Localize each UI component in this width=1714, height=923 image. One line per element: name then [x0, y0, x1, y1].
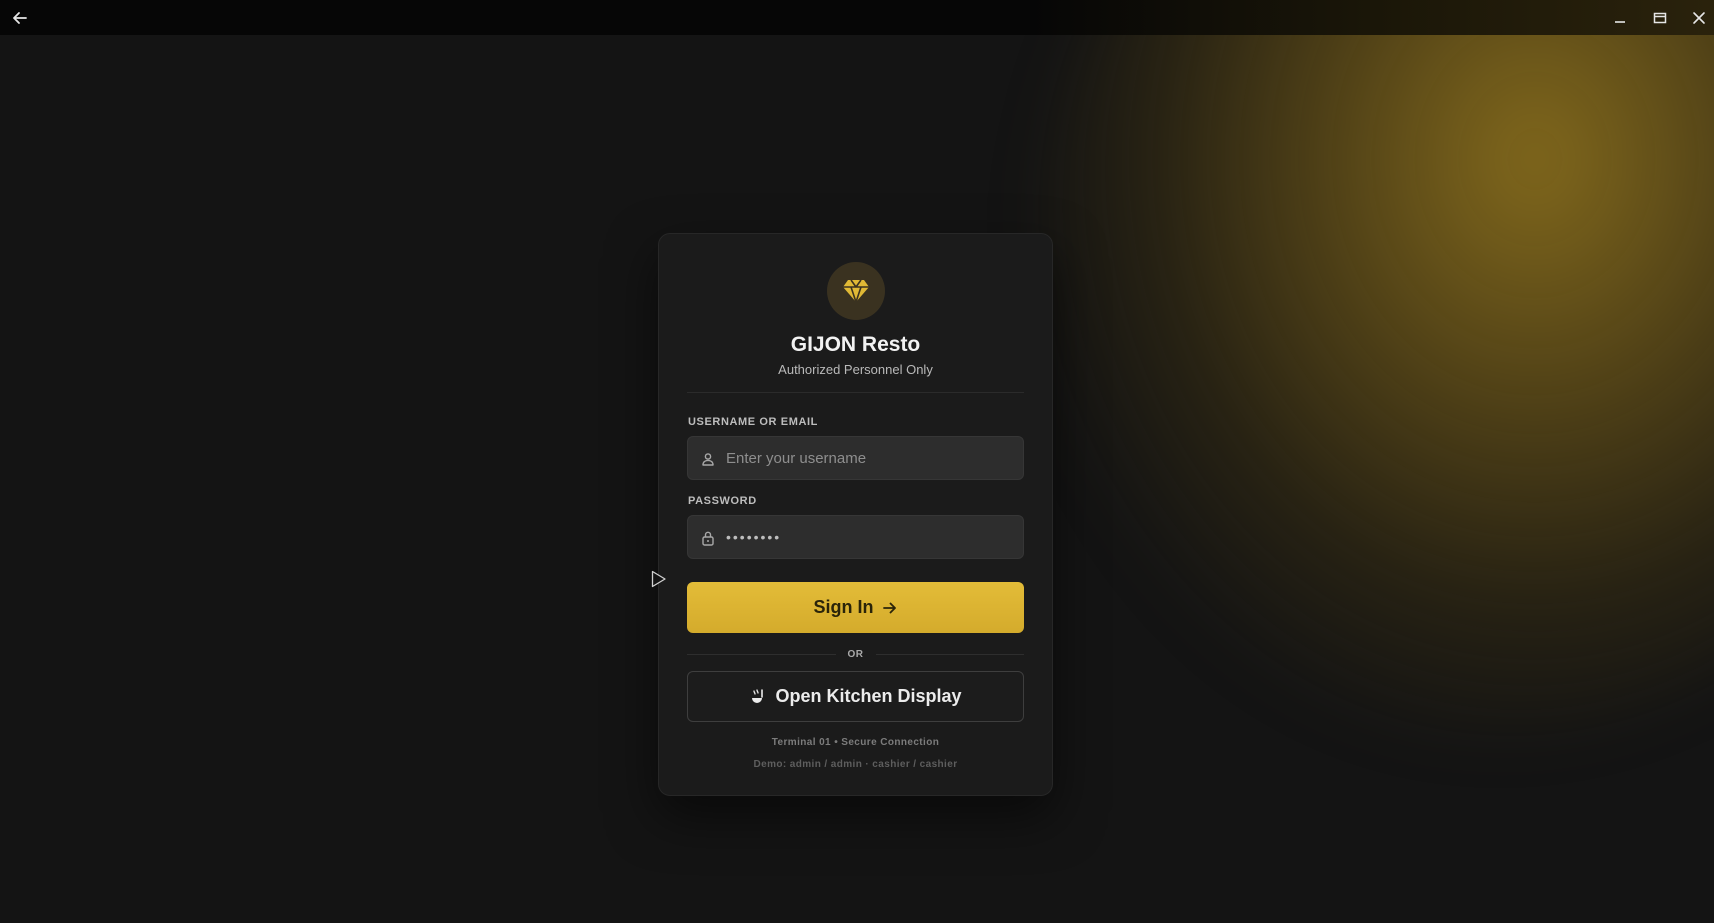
or-line-right — [875, 653, 1024, 655]
password-field[interactable] — [687, 515, 1024, 559]
username-field[interactable] — [687, 436, 1024, 480]
kitchen-display-label: Open Kitchen Display — [775, 686, 962, 706]
username-input[interactable] — [726, 437, 1016, 479]
mouse-cursor-icon — [651, 570, 666, 588]
or-line-left — [687, 653, 836, 655]
or-separator: OR — [687, 647, 1024, 661]
password-input[interactable] — [726, 516, 1016, 558]
arrow-left-icon — [13, 11, 27, 24]
minimize-button[interactable] — [1600, 0, 1640, 35]
or-label: OR — [847, 648, 864, 660]
password-label: PASSWORD — [688, 495, 757, 507]
maximize-button[interactable] — [1640, 0, 1680, 35]
brand-logo — [827, 262, 885, 320]
lock-icon — [699, 529, 717, 547]
diamond-icon — [843, 279, 869, 303]
close-icon — [1693, 11, 1705, 24]
background-glow — [1040, 35, 1714, 735]
username-label: USERNAME OR EMAIL — [688, 416, 818, 428]
demo-credentials: Demo: admin / admin · cashier / cashier — [753, 759, 958, 770]
close-button[interactable] — [1679, 0, 1714, 35]
app-title: GIJON Resto — [790, 333, 921, 356]
ladle-icon — [752, 688, 764, 703]
arrow-right-icon — [882, 602, 896, 613]
divider — [687, 392, 1024, 393]
sign-in-button[interactable]: Sign In — [687, 582, 1024, 633]
user-icon — [699, 450, 717, 468]
maximize-icon — [1653, 12, 1667, 23]
sign-in-label: Sign In — [813, 597, 874, 617]
login-card: GIJON Resto Authorized Personnel Only US… — [658, 233, 1053, 796]
terminal-status: Terminal 01 • Secure Connection — [771, 737, 940, 748]
window-titlebar — [0, 0, 1714, 35]
back-button[interactable] — [0, 0, 40, 35]
app-subtitle: Authorized Personnel Only — [778, 362, 933, 377]
open-kitchen-display-button[interactable]: Open Kitchen Display — [687, 671, 1024, 722]
app-background: GIJON Resto Authorized Personnel Only US… — [0, 35, 1714, 923]
minimize-icon — [1615, 20, 1625, 23]
